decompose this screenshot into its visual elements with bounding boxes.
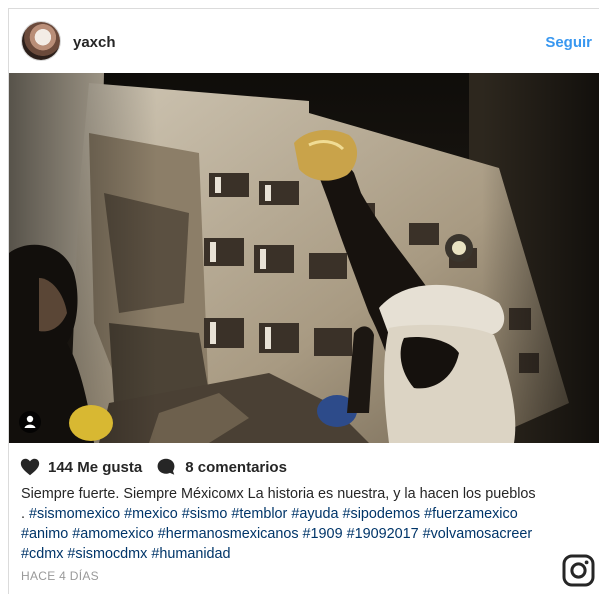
comments-count[interactable]: 8 comentarios xyxy=(185,459,287,476)
profile-avatar[interactable] xyxy=(22,22,60,60)
post-actions: 144 Me gusta 8 comentarios xyxy=(19,455,287,479)
collapsed-building-photo xyxy=(9,73,599,443)
post-photo[interactable] xyxy=(9,73,599,443)
post-header: yaxch Seguir xyxy=(9,9,599,75)
username[interactable]: yaxch xyxy=(73,34,116,51)
instagram-embed-card: yaxch Seguir 144 Me gusta 8 comentarios … xyxy=(8,8,599,594)
follow-button[interactable]: Seguir xyxy=(545,34,592,51)
instagram-icon[interactable] xyxy=(562,554,595,587)
comment-bubble-icon[interactable] xyxy=(155,456,177,478)
post-caption: Siempre fuerte. Siempre Méxicoмx La hist… xyxy=(21,484,541,564)
likes-count[interactable]: 144 Me gusta xyxy=(48,459,142,476)
user-tag-icon[interactable] xyxy=(19,411,41,433)
caption-hashtags[interactable]: #sismomexico #mexico #sismo #temblor #ay… xyxy=(21,506,532,562)
post-timestamp[interactable]: HACE 4 DÍAS xyxy=(21,569,99,583)
heart-icon[interactable] xyxy=(19,456,41,478)
